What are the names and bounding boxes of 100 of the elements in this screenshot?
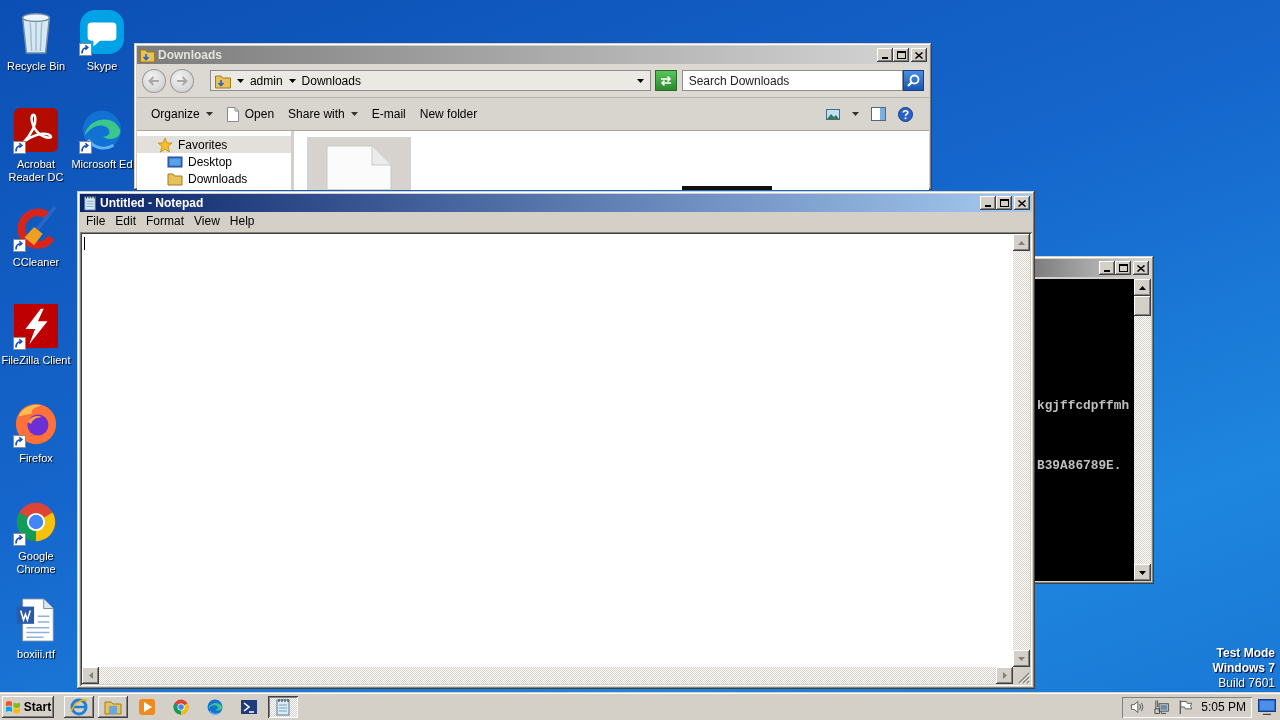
start-button[interactable]: Start [2, 696, 54, 718]
scroll-right-button[interactable] [996, 667, 1013, 684]
desktop-icon-label[interactable]: Microsoft Ed [71, 158, 133, 171]
maximize-button[interactable] [893, 48, 909, 62]
window-title: Untitled - Notepad [100, 196, 204, 210]
menu-item[interactable]: Edit [110, 212, 142, 230]
flag-icon[interactable] [1177, 699, 1193, 715]
browser-icon [206, 698, 224, 716]
file-icon [226, 106, 239, 122]
os-notice-text: Windows 7 [1212, 661, 1275, 676]
menu-button[interactable]: Organize [145, 102, 219, 126]
desktop-icon-label[interactable]: boxiii.rtf [17, 648, 55, 661]
desktop-icon-label[interactable]: Skype [86, 60, 118, 73]
scrollbar[interactable] [82, 667, 1013, 684]
close-icon [1018, 199, 1026, 207]
nav-item-label: Downloads [188, 171, 248, 186]
desktop-icon-label[interactable]: Google Chrome [1, 550, 71, 576]
browser-icon [70, 698, 88, 716]
refresh-icon [658, 74, 673, 87]
scroll-down-button[interactable] [1013, 650, 1030, 667]
close-button[interactable] [1014, 196, 1030, 210]
browser-icon [172, 698, 190, 716]
folder-icon [140, 47, 155, 63]
close-button[interactable] [1133, 261, 1149, 275]
minimize-button[interactable] [980, 196, 996, 210]
desktop-icon [167, 153, 183, 170]
caret-icon [236, 78, 244, 83]
maximize-icon [1118, 264, 1128, 272]
nav-item[interactable]: Desktop [137, 153, 291, 170]
show-desktop-icon[interactable] [1258, 699, 1276, 715]
search-button[interactable] [903, 70, 924, 91]
close-button[interactable] [911, 48, 927, 62]
close-icon [915, 51, 923, 59]
star-icon [157, 136, 173, 153]
down-arrow-icon [1139, 570, 1146, 575]
up-arrow-icon [1139, 285, 1146, 290]
toolbar-button[interactable]: New folder [413, 102, 484, 126]
dark-thumbnail[interactable] [682, 186, 772, 190]
desktop-icon-label[interactable]: FileZilla Client [1, 354, 71, 367]
taskbar-button[interactable] [64, 696, 94, 718]
lightning-app-icon[interactable] [13, 303, 59, 349]
taskbar-button[interactable] [98, 696, 128, 718]
notepad-icon [83, 195, 97, 211]
minimize-icon [1104, 270, 1110, 272]
address-bar[interactable]: admin Downloads [209, 70, 651, 91]
left-arrow-icon [88, 672, 93, 679]
minimize-icon [985, 205, 991, 207]
close-icon [1137, 264, 1145, 272]
network-icon[interactable] [1153, 699, 1169, 715]
console-text: kgjffcdpffmh [1037, 400, 1130, 412]
resize-grip-icon[interactable] [1018, 672, 1030, 684]
minimize-button[interactable] [1099, 261, 1115, 275]
help-icon [898, 106, 913, 122]
menu-button[interactable]: Share with [282, 102, 364, 126]
menu-item[interactable]: Format [141, 212, 190, 230]
refresh-button[interactable] [654, 70, 677, 91]
nav-item[interactable]: Favorites [137, 136, 291, 153]
desktop-icon-label[interactable]: Acrobat Reader DC [1, 158, 71, 184]
toolbar-button[interactable]: Open [220, 102, 281, 126]
breadcrumb[interactable]: Downloads [301, 73, 361, 88]
search-field[interactable]: Search Downloads [681, 70, 904, 91]
maximize-button[interactable] [1115, 261, 1131, 275]
minimize-button[interactable] [877, 48, 893, 62]
menu-item[interactable]: File [81, 212, 111, 230]
clock[interactable]: 5:05 PM [1201, 700, 1246, 714]
scroll-up-button[interactable] [1134, 279, 1151, 296]
minimize-icon [882, 57, 888, 59]
scrollbar[interactable] [1134, 279, 1151, 581]
toolbar-button[interactable]: E-mail [365, 102, 412, 126]
scroll-thumb[interactable] [1134, 296, 1151, 316]
chat-bubble-icon[interactable] [79, 9, 125, 55]
search-icon [907, 74, 920, 87]
caret-icon [350, 112, 358, 116]
desktop-icon-label[interactable]: Recycle Bin [6, 60, 66, 73]
scroll-left-button[interactable] [82, 667, 99, 684]
maximize-icon [999, 199, 1009, 207]
taskbar-button[interactable] [268, 696, 298, 718]
desktop-icon-label[interactable]: CCleaner [12, 256, 60, 269]
terminal-icon [240, 698, 258, 716]
notepad-icon [274, 698, 292, 716]
scroll-down-button[interactable] [1134, 564, 1151, 581]
scroll-up-button[interactable] [1013, 234, 1030, 251]
browser-icon[interactable] [13, 401, 59, 447]
nav-item[interactable]: Downloads [137, 170, 291, 187]
maximize-button[interactable] [996, 196, 1012, 210]
speaker-icon[interactable] [1130, 699, 1145, 715]
menu-item[interactable]: Help [224, 212, 260, 230]
play-icon [138, 698, 156, 716]
caret-icon [852, 112, 859, 116]
breadcrumb[interactable]: admin [249, 73, 283, 88]
pdf-reader-icon[interactable] [13, 107, 59, 153]
text-cursor [84, 237, 85, 250]
nav-item-label: Desktop [188, 154, 233, 169]
scrollbar[interactable] [1013, 234, 1030, 667]
desktop-icon-label[interactable]: Firefox [19, 452, 53, 465]
start-logo-icon [4, 700, 21, 714]
os-notice-text: Test Mode [1216, 646, 1275, 661]
menu-item[interactable]: View [189, 212, 225, 230]
file-thumbnail[interactable] [307, 137, 411, 190]
os-build-text: Build 7601 [1218, 676, 1275, 691]
